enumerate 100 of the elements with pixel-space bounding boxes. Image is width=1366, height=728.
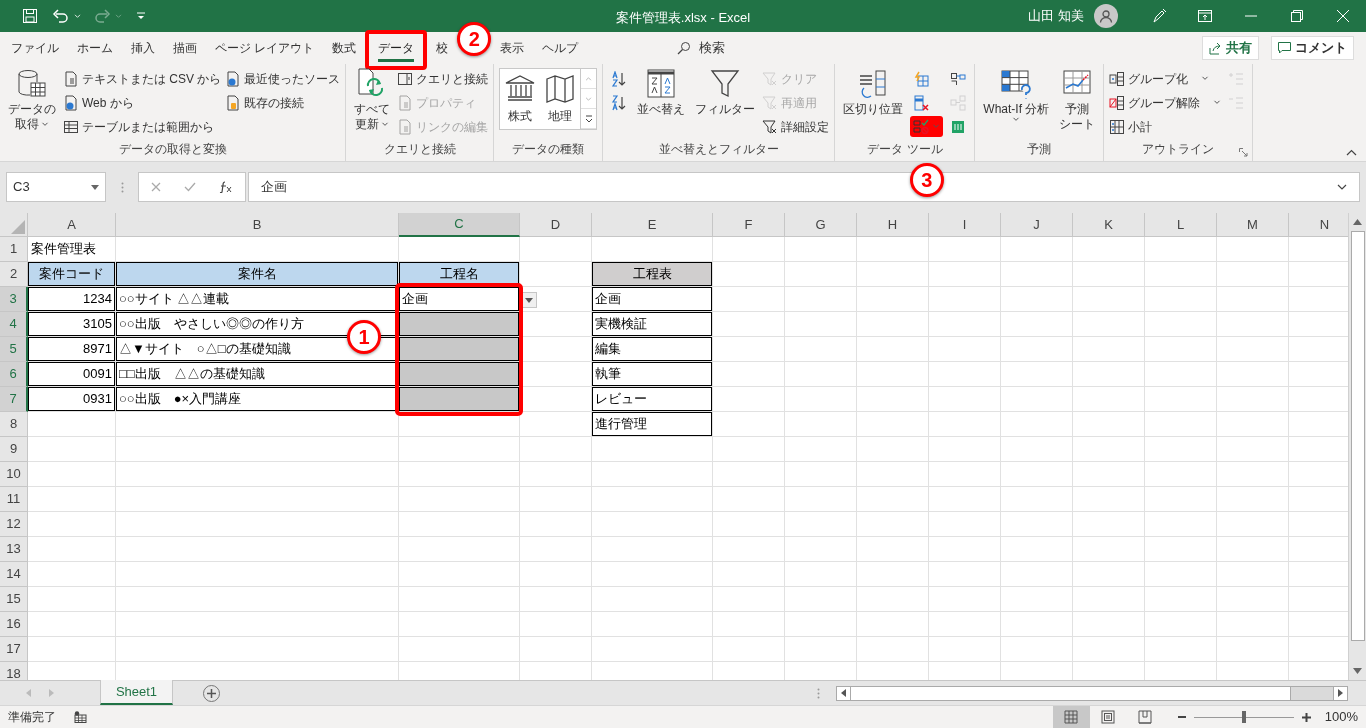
row-header[interactable]: 3 bbox=[0, 287, 28, 312]
ribbon-button[interactable]: クエリと接続 bbox=[397, 68, 489, 89]
ribbon-button[interactable]: 並べ替え bbox=[634, 68, 689, 117]
row-header[interactable]: 11 bbox=[0, 487, 28, 512]
grid-cell bbox=[1001, 487, 1073, 512]
grid-cell bbox=[713, 262, 785, 287]
zoom-in-button[interactable] bbox=[1301, 712, 1311, 722]
row-header[interactable]: 7 bbox=[0, 387, 28, 412]
ribbon-button[interactable]: テキストまたは CSV から bbox=[63, 68, 222, 89]
row-header[interactable]: 10 bbox=[0, 462, 28, 487]
ribbon-tab[interactable]: 数式 bbox=[323, 32, 366, 64]
ribbon-button[interactable]: 既存の接続 bbox=[225, 92, 341, 113]
ribbon-button[interactable]: 小計 bbox=[1109, 116, 1222, 137]
ribbon-tab[interactable]: 校 bbox=[427, 32, 458, 64]
enter-button[interactable] bbox=[184, 182, 196, 192]
row-header[interactable]: 1 bbox=[0, 237, 28, 262]
ribbon-display-icon bbox=[1198, 10, 1212, 22]
ribbon-button[interactable]: すべて 更新 bbox=[351, 68, 394, 132]
grid-cell bbox=[1217, 387, 1289, 412]
column-header[interactable]: L bbox=[1145, 213, 1217, 237]
row-header[interactable]: 17 bbox=[0, 637, 28, 662]
ribbon-button[interactable]: What-If 分析 bbox=[980, 68, 1053, 122]
ribbon-button[interactable]: 予測 シート bbox=[1056, 68, 1099, 132]
grid-cell bbox=[929, 437, 1001, 462]
ribbon-button[interactable]: 詳細設定 bbox=[762, 116, 830, 137]
vertical-scrollbar[interactable] bbox=[1348, 213, 1366, 680]
dialog-launcher-button[interactable] bbox=[1239, 147, 1250, 157]
row-header[interactable]: 13 bbox=[0, 537, 28, 562]
dialog-launcher-icon bbox=[1239, 147, 1249, 157]
ribbon-tab[interactable]: 表示 bbox=[491, 32, 534, 64]
search-button[interactable]: 検索 bbox=[677, 38, 726, 58]
enter-icon bbox=[184, 182, 196, 192]
row-header[interactable]: 5 bbox=[0, 337, 28, 362]
column-header[interactable]: J bbox=[1001, 213, 1073, 237]
save-button[interactable] bbox=[20, 6, 40, 26]
row-header[interactable]: 16 bbox=[0, 612, 28, 637]
column-header[interactable]: I bbox=[929, 213, 1001, 237]
ribbon-tab[interactable]: ページ レイアウト bbox=[206, 32, 324, 64]
comment-button[interactable]: コメント bbox=[1271, 36, 1354, 60]
normal-view-button[interactable] bbox=[1052, 706, 1090, 728]
ribbon-tab[interactable]: ファイル bbox=[2, 32, 68, 64]
grid-cell bbox=[1073, 537, 1145, 562]
grid-cell bbox=[857, 387, 929, 412]
column-header[interactable]: D bbox=[520, 213, 592, 237]
name-box[interactable]: C3 bbox=[6, 172, 106, 202]
row-header[interactable]: 14 bbox=[0, 562, 28, 587]
row-header[interactable]: 15 bbox=[0, 587, 28, 612]
collapse-ribbon-button[interactable] bbox=[1346, 147, 1358, 157]
cancel-button[interactable] bbox=[150, 182, 161, 192]
grid-cell bbox=[857, 462, 929, 487]
column-header[interactable]: A bbox=[28, 213, 116, 237]
ribbon-tab[interactable]: ホーム bbox=[68, 32, 122, 64]
scroll-right-icon[interactable] bbox=[1338, 689, 1343, 697]
filter-icon bbox=[709, 68, 742, 100]
horizontal-scrollbar[interactable] bbox=[836, 685, 1348, 701]
gallery-item[interactable]: 株式 bbox=[500, 69, 541, 129]
row-header[interactable]: 18 bbox=[0, 662, 28, 680]
share-button[interactable]: 共有 bbox=[1202, 36, 1259, 60]
column-header[interactable]: F bbox=[713, 213, 785, 237]
ribbon-icon-button[interactable] bbox=[910, 116, 944, 137]
column-header[interactable]: K bbox=[1073, 213, 1145, 237]
row-header[interactable]: 8 bbox=[0, 412, 28, 437]
ribbon-button[interactable]: 最近使ったソース bbox=[225, 68, 341, 89]
row-header[interactable]: 4 bbox=[0, 312, 28, 337]
sort-ascending-icon bbox=[611, 70, 628, 87]
row-header[interactable]: 6 bbox=[0, 362, 28, 387]
grid-cell bbox=[1073, 237, 1145, 262]
grid-cell bbox=[1217, 412, 1289, 437]
scroll-down-icon[interactable] bbox=[1353, 668, 1362, 674]
ribbon-tab[interactable]: ヘルプ bbox=[533, 32, 588, 64]
scroll-left-icon[interactable] bbox=[841, 689, 846, 697]
ribbon-button[interactable]: データの 取得 bbox=[5, 68, 59, 132]
sheet-tab[interactable]: Sheet1 bbox=[100, 680, 173, 705]
ribbon-tab[interactable]: データ bbox=[365, 30, 428, 70]
row-header[interactable]: 9 bbox=[0, 437, 28, 462]
column-header[interactable]: H bbox=[857, 213, 929, 237]
avatar-button[interactable] bbox=[1094, 4, 1118, 28]
column-header[interactable]: M bbox=[1217, 213, 1289, 237]
row-header[interactable]: 2 bbox=[0, 262, 28, 287]
column-header[interactable]: E bbox=[592, 213, 713, 237]
insert-function-button[interactable] bbox=[219, 181, 234, 193]
column-header[interactable]: C bbox=[399, 213, 520, 237]
gallery-item[interactable]: 地理 bbox=[540, 69, 581, 129]
undo-button[interactable] bbox=[52, 8, 81, 24]
ribbon-button[interactable]: テーブルまたは範囲から bbox=[63, 116, 222, 137]
ribbon-button[interactable]: Web から bbox=[63, 92, 222, 113]
ribbon-tab[interactable]: 描画 bbox=[164, 32, 206, 64]
column-header[interactable]: G bbox=[785, 213, 857, 237]
splitter-icon bbox=[120, 181, 124, 193]
scroll-up-icon[interactable] bbox=[1353, 219, 1362, 225]
row-header[interactable]: 12 bbox=[0, 512, 28, 537]
ribbon-button[interactable]: グループ解除 bbox=[1109, 92, 1222, 113]
ribbon-tab[interactable]: 挿入 bbox=[122, 32, 164, 64]
zoom-slider-thumb[interactable] bbox=[1241, 711, 1246, 723]
ribbon-button[interactable]: グループ化 bbox=[1109, 68, 1222, 89]
undo-icon bbox=[52, 8, 70, 24]
grid-cell bbox=[929, 462, 1001, 487]
ribbon-button[interactable]: 区切り位置 bbox=[840, 68, 907, 117]
column-header[interactable]: B bbox=[116, 213, 399, 237]
ribbon-button[interactable]: フィルター bbox=[692, 68, 759, 117]
